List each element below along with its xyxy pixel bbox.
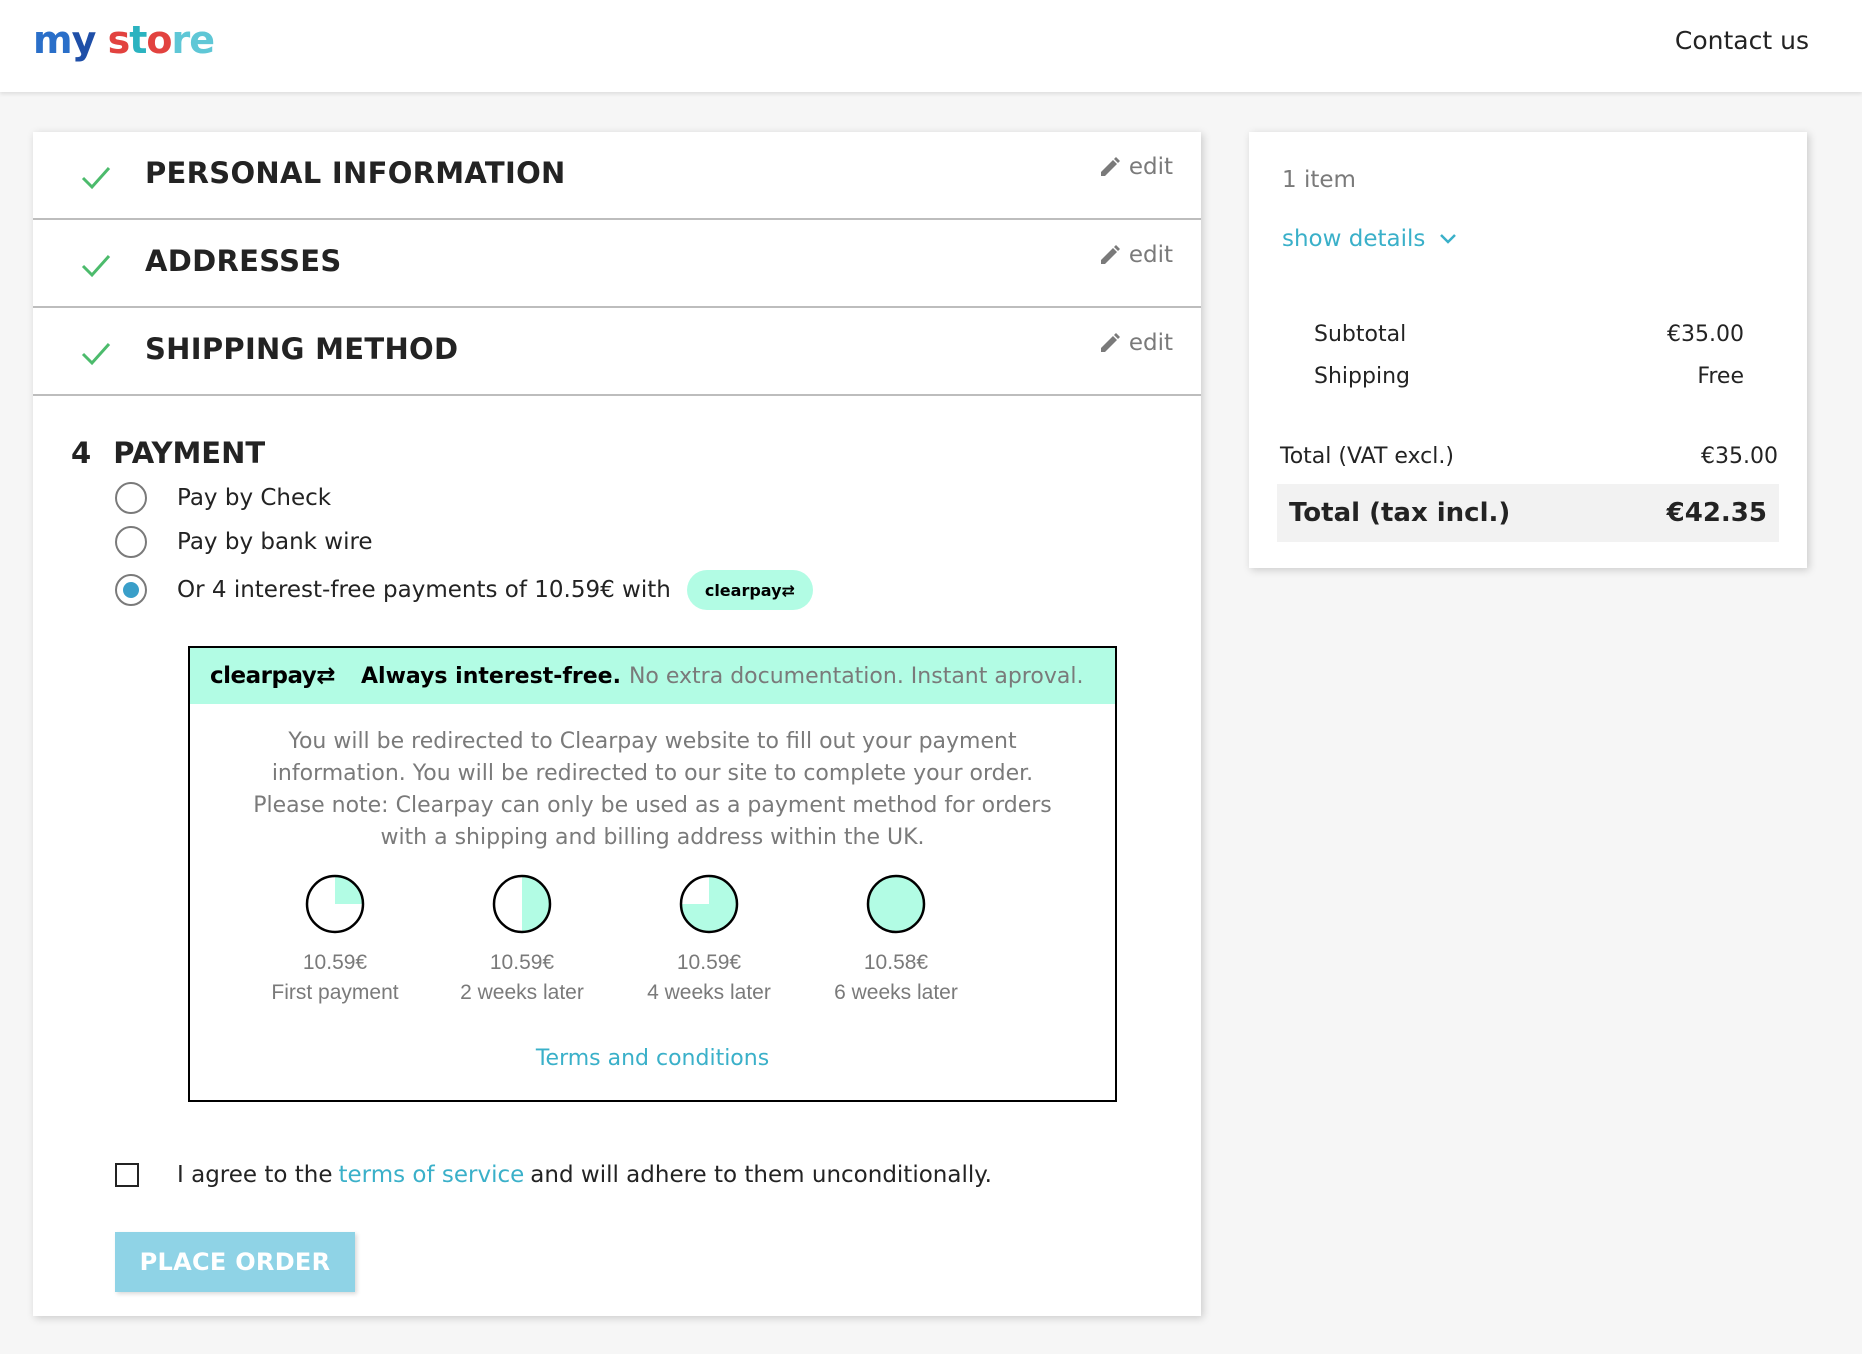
logo-part: y (71, 18, 97, 62)
total-incl-label: Total (tax incl.) (1289, 498, 1511, 528)
installment-item: 10.59€ 4 weeks later (624, 874, 794, 1008)
edit-addresses-link[interactable]: edit (1099, 242, 1173, 268)
item-count: 1 item (1282, 167, 1356, 193)
clearpay-info-box: clearpay⇄ Always interest-free. No extra… (188, 646, 1117, 1102)
terms-link-label[interactable]: Terms and conditions (536, 1046, 769, 1071)
terms-agreement: I agree to the terms of service and will… (115, 1162, 992, 1188)
store-logo[interactable]: my store (33, 18, 216, 62)
step-title: PAYMENT (113, 436, 266, 470)
edit-shipping-method-link[interactable]: edit (1099, 330, 1173, 356)
payment-option-check[interactable]: Pay by Check (115, 482, 331, 514)
edit-personal-information-link[interactable]: edit (1099, 154, 1173, 180)
payment-option-label: Or 4 interest-free payments of 10.59€ wi… (177, 577, 671, 603)
check-icon (81, 342, 111, 366)
installment-amount: 10.59€ (489, 951, 555, 974)
edit-label: edit (1128, 154, 1173, 180)
subtotal-label: Subtotal (1314, 322, 1407, 347)
clearpay-headline: Always interest-free. (361, 663, 621, 689)
installment-when: 6 weeks later (834, 981, 958, 1004)
place-order-button[interactable]: PLACE ORDER (115, 1232, 355, 1292)
clearpay-badge: clearpay ⇄ (686, 570, 813, 610)
step-title: SHIPPING METHOD (145, 332, 459, 366)
logo-part: m (33, 18, 73, 62)
agree-text-after: and will adhere to them unconditionally. (530, 1162, 992, 1188)
contact-us-link[interactable]: Contact us (1675, 26, 1809, 55)
installment-when: First payment (271, 981, 399, 1004)
logo-part: re (171, 18, 216, 62)
total-incl-line: Total (tax incl.) €42.35 (1277, 484, 1779, 542)
terms-checkbox[interactable] (115, 1163, 139, 1187)
payment-option-label: Pay by Check (177, 485, 332, 511)
show-details-toggle[interactable]: show details (1282, 226, 1459, 252)
payment-option-clearpay[interactable]: Or 4 interest-free payments of 10.59€ wi… (115, 570, 813, 610)
payment-option-bank-wire[interactable]: Pay by bank wire (115, 526, 373, 558)
installment-pie-icon (492, 874, 552, 934)
check-icon (81, 166, 111, 190)
logo-part: s (95, 18, 131, 62)
logo-part: o (146, 18, 172, 62)
total-incl-value: €42.35 (1666, 498, 1767, 528)
cart-summary: 1 item show details Subtotal €35.00 Ship… (1249, 132, 1807, 568)
installment-amount: 10.58€ (863, 951, 929, 974)
installment-pie-icon (866, 874, 926, 934)
shipping-line: Shipping Free (1314, 364, 1744, 389)
installment-item: 10.58€ 6 weeks later (811, 874, 981, 1008)
pencil-icon (1100, 333, 1120, 352)
agree-text-before: I agree to the (177, 1162, 333, 1188)
clearpay-logo: clearpay⇄ (210, 663, 336, 689)
subtotal-value: €35.00 (1667, 322, 1744, 347)
installment-when: 4 weeks later (647, 981, 771, 1004)
clearpay-logo-text: clearpay (210, 663, 317, 689)
installment-item: 10.59€ First payment (250, 874, 420, 1008)
radio-button[interactable] (115, 526, 147, 558)
total-excl-value: €35.00 (1701, 444, 1778, 469)
installment-pie-icon (679, 874, 739, 934)
installment-pie-icon (305, 874, 365, 934)
clearpay-banner: clearpay⇄ Always interest-free. No extra… (190, 648, 1115, 704)
edit-label: edit (1128, 330, 1173, 356)
payment-step-title: 4 PAYMENT (71, 436, 265, 470)
installment-schedule: 10.59€ First payment 10.59€ 2 weeks later 10… (271, 874, 990, 1014)
pencil-icon (1100, 245, 1120, 264)
step-number: 4 (71, 436, 92, 470)
clearpay-info-text: You will be redirected to Clearpay websi… (253, 729, 1052, 850)
payment-option-label: Pay by bank wire (177, 529, 373, 555)
installment-amount: 10.59€ (302, 951, 368, 974)
chevron-down-icon (1440, 234, 1457, 244)
shipping-label: Shipping (1314, 364, 1410, 389)
clearpay-subline: No extra documentation. Instant aproval. (628, 663, 1084, 689)
clearpay-badge-text: clearpay (704, 580, 782, 600)
check-icon (81, 254, 111, 278)
step-title: ADDRESSES (145, 244, 342, 278)
radio-button[interactable] (115, 482, 147, 514)
terms-of-service-link[interactable]: terms of service (339, 1162, 525, 1188)
total-excl-line: Total (VAT excl.) €35.00 (1280, 444, 1778, 469)
edit-label: edit (1128, 242, 1173, 268)
checkout-steps: PERSONAL INFORMATION edit ADDRESSES edit… (33, 132, 1201, 1316)
radio-button-selected[interactable] (115, 574, 147, 606)
site-header: my store Contact us (0, 0, 1862, 92)
clearpay-terms-link[interactable]: Terms and conditions (190, 1046, 1115, 1071)
installment-item: 10.59€ 2 weeks later (437, 874, 607, 1008)
step-addresses[interactable]: ADDRESSES edit (33, 220, 1201, 308)
step-personal-information[interactable]: PERSONAL INFORMATION edit (33, 132, 1201, 220)
logo-part: t (129, 18, 147, 62)
shipping-value: Free (1697, 364, 1744, 389)
subtotal-line: Subtotal €35.00 (1314, 322, 1744, 347)
show-details-label: show details (1282, 226, 1426, 252)
step-title: PERSONAL INFORMATION (145, 156, 566, 190)
installment-when: 2 weeks later (460, 981, 584, 1004)
pencil-icon (1100, 157, 1120, 176)
installment-amount: 10.59€ (676, 951, 742, 974)
total-excl-label: Total (VAT excl.) (1280, 444, 1454, 469)
step-shipping-method[interactable]: SHIPPING METHOD edit (33, 308, 1201, 396)
